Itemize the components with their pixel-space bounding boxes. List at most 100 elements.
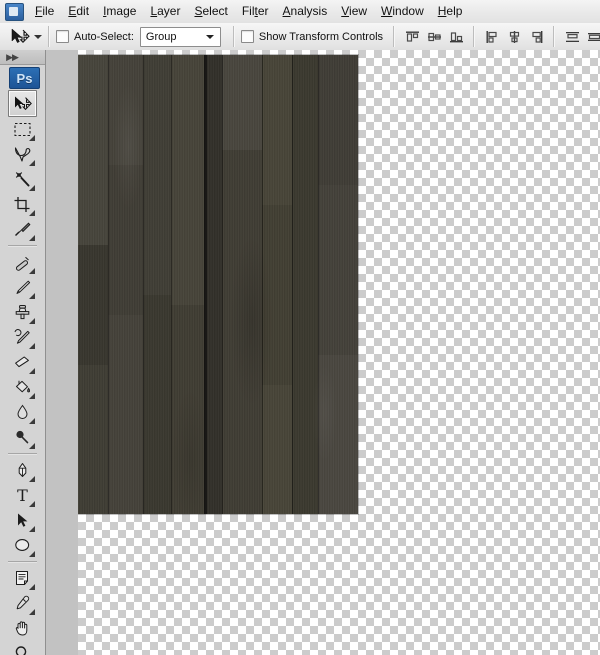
menu-item-view[interactable]: View — [334, 2, 374, 22]
auto-select-scope-dropdown[interactable]: Group — [139, 26, 221, 47]
tools-separator-3 — [8, 561, 37, 563]
tool-flyout-triangle-icon — [29, 551, 35, 557]
align-left-edges-button[interactable] — [482, 27, 502, 47]
menu-item-window[interactable]: Window — [374, 2, 431, 22]
hand-icon — [15, 621, 28, 636]
tool-flyout-triangle-icon — [29, 185, 35, 191]
blur-tool[interactable] — [9, 400, 36, 425]
wood-texture-layer[interactable] — [78, 55, 358, 514]
magic-wand-tool[interactable] — [9, 167, 36, 192]
menu-item-edit[interactable]: Edit — [61, 2, 96, 22]
spot-healing-brush-tool[interactable] — [9, 250, 36, 275]
photoshop-app-icon[interactable] — [5, 2, 24, 21]
auto-select-checkbox[interactable] — [56, 30, 69, 43]
tool-preset-picker[interactable] — [9, 27, 42, 47]
hand-tool[interactable] — [9, 616, 36, 641]
horizontal-type-tool[interactable]: T — [9, 483, 36, 508]
plank-block — [78, 55, 108, 245]
move-tool-icon — [9, 27, 31, 47]
show-transform-controls-label: Show Transform Controls — [258, 30, 384, 43]
tool-flyout-triangle-icon — [29, 268, 35, 274]
ps-logo-button[interactable]: Ps — [9, 67, 40, 89]
pen-tool[interactable] — [9, 458, 36, 483]
align-sides-group — [481, 27, 547, 47]
show-transform-controls-checkbox[interactable] — [240, 30, 254, 43]
tools-separator-1 — [8, 245, 37, 247]
align-bottom-edges-button[interactable] — [446, 27, 466, 47]
eyedropper-tool[interactable] — [9, 591, 36, 616]
tool-flyout-triangle-icon — [29, 584, 35, 590]
eraser-tool[interactable] — [9, 350, 36, 375]
path-selection-tool[interactable] — [9, 508, 36, 533]
tool-flyout-triangle-icon — [29, 418, 35, 424]
align-horizontal-centers-button[interactable] — [504, 27, 524, 47]
plank-block — [318, 55, 358, 185]
tool-flyout-triangle-icon — [29, 235, 35, 241]
lasso-tool[interactable] — [9, 142, 36, 167]
menu-item-file[interactable]: File — [28, 2, 61, 22]
plank-block — [78, 245, 108, 365]
distribute-vertical-group — [561, 27, 600, 47]
tool-flyout-triangle-icon — [29, 210, 35, 216]
tools-list: T — [0, 90, 45, 655]
options-separator-5 — [553, 26, 556, 47]
plank-block — [143, 55, 171, 295]
brush-tool[interactable] — [9, 275, 36, 300]
chevron-down-icon[interactable] — [34, 34, 42, 39]
auto-select-scope-value: Group — [145, 30, 177, 43]
distribute-vertical-centers-button[interactable] — [584, 27, 600, 47]
crop-tool[interactable] — [9, 192, 36, 217]
align-top-edges-button[interactable] — [402, 27, 422, 47]
tool-flyout-triangle-icon — [29, 393, 35, 399]
tool-flyout-triangle-icon — [29, 526, 35, 532]
tool-flyout-triangle-icon — [29, 343, 35, 349]
notes-tool[interactable] — [9, 566, 36, 591]
plank-seam — [204, 55, 207, 514]
menu-item-layer[interactable]: Layer — [143, 2, 187, 22]
document-canvas[interactable] — [78, 50, 600, 655]
options-separator-3 — [393, 26, 396, 47]
align-edges-group — [401, 27, 467, 47]
clone-stamp-tool[interactable] — [9, 300, 36, 325]
plank-seam — [318, 55, 319, 514]
align-vertical-centers-button[interactable] — [424, 27, 444, 47]
dodge-tool[interactable] — [9, 425, 36, 450]
paint-bucket-tool[interactable] — [9, 375, 36, 400]
move-tool[interactable] — [8, 90, 37, 117]
plank-seam — [143, 55, 144, 514]
double-chevron-right-icon[interactable]: ▶▶ — [5, 52, 19, 62]
slice-tool[interactable] — [9, 217, 36, 242]
plank-seam — [262, 55, 263, 514]
align-right-edges-button[interactable] — [526, 27, 546, 47]
distribute-top-edges-button[interactable] — [562, 27, 582, 47]
chevron-down-icon — [205, 34, 214, 39]
menu-item-image[interactable]: Image — [96, 2, 143, 22]
document-gutter — [46, 50, 79, 655]
tools-panel-header[interactable]: ▶▶ — [0, 50, 45, 65]
menu-item-select[interactable]: Select — [187, 2, 234, 22]
menu-item-analysis[interactable]: Analysis — [276, 2, 335, 22]
plank-block — [262, 205, 292, 385]
plank-seam — [222, 55, 223, 514]
plank-block — [318, 355, 358, 514]
plank-block — [108, 165, 143, 315]
menu-item-help[interactable]: Help — [431, 2, 470, 22]
ellipse-shape-tool[interactable] — [9, 533, 36, 558]
auto-select-label: Auto-Select: — [74, 30, 134, 43]
zoom-tool[interactable] — [9, 641, 36, 655]
options-separator-1 — [48, 26, 50, 47]
options-bar: Auto-Select: Group Show Transform Contro… — [0, 23, 600, 51]
move-icon — [15, 96, 32, 110]
svg-text:T: T — [17, 487, 28, 504]
rectangular-marquee-tool[interactable] — [9, 117, 36, 142]
tool-flyout-triangle-icon — [29, 501, 35, 507]
plank-block — [222, 55, 262, 150]
menu-item-filter[interactable]: Filter — [235, 2, 276, 22]
history-brush-tool[interactable] — [9, 325, 36, 350]
tool-flyout-triangle-icon — [29, 293, 35, 299]
plank-block — [171, 305, 204, 514]
tool-flyout-triangle-icon — [29, 476, 35, 482]
menu-bar: File Edit Image Layer Select Filter Anal… — [0, 0, 600, 24]
plank-seam — [171, 55, 172, 514]
plank-seam — [292, 55, 293, 514]
